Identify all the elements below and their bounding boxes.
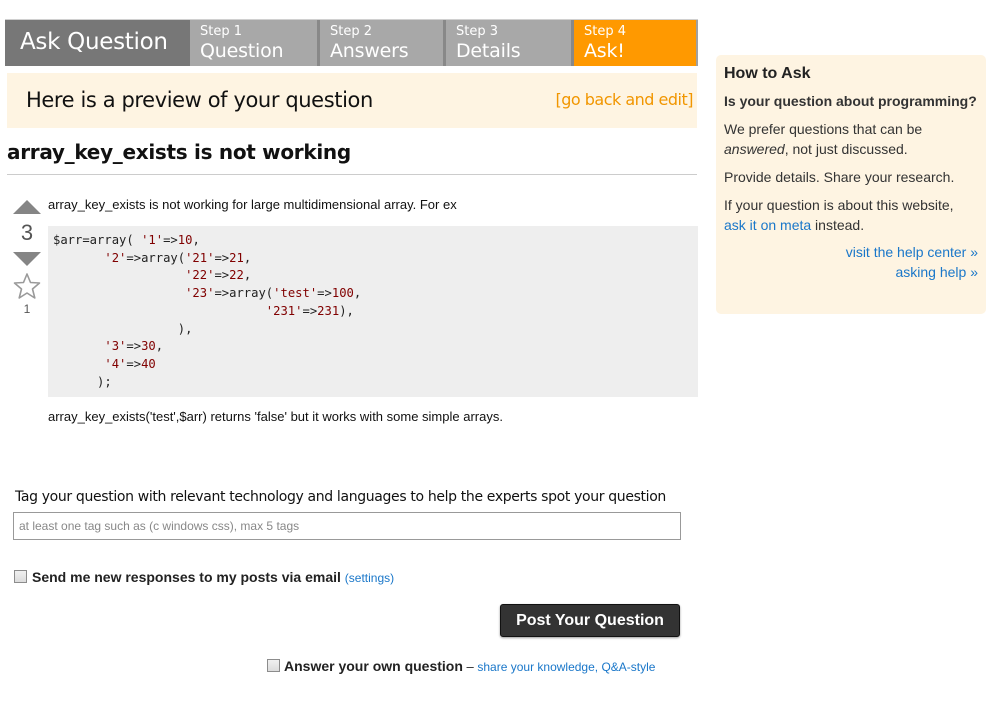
code-literal: '3': [104, 339, 127, 354]
text: instead.: [811, 217, 865, 233]
post-your-question-button[interactable]: Post Your Question: [500, 604, 680, 637]
code-literal: '21': [185, 250, 215, 265]
email-notify-checkbox[interactable]: [14, 570, 27, 583]
code-token: =>: [126, 339, 142, 354]
text: If your question is about this website,: [724, 197, 954, 213]
code-token: ,: [243, 250, 252, 265]
asking-help-link[interactable]: asking help »: [724, 262, 978, 282]
share-knowledge-link[interactable]: share your knowledge, Q&A-style: [477, 660, 655, 674]
preview-banner: Here is a preview of your question [go b…: [7, 73, 697, 128]
code-literal: 22: [229, 268, 244, 283]
question-title: array_key_exists is not working: [7, 140, 351, 164]
code-literal: '231': [265, 303, 303, 318]
question-body-intro: array_key_exists is not working for larg…: [48, 197, 457, 212]
code-literal: 30: [141, 339, 156, 354]
step-number: Step 2: [330, 24, 373, 39]
code-literal: 'test': [273, 286, 318, 301]
code-literal: '4': [104, 356, 127, 371]
code-literal: '22': [185, 268, 215, 283]
answer-own-question-label: Answer your own question – share your kn…: [284, 658, 655, 674]
favorite-count: 1: [23, 302, 31, 316]
step-label: Question: [200, 40, 284, 62]
code-literal: 10: [177, 233, 193, 247]
code-literal: '1': [141, 233, 164, 247]
sidebar-paragraph-answered: We prefer questions that can be answered…: [724, 119, 978, 159]
email-notify-text: Send me new responses to my posts via em…: [32, 569, 341, 585]
code-token: =>: [126, 356, 142, 371]
dash-separator: –: [462, 659, 478, 674]
tags-input[interactable]: [13, 512, 681, 540]
sidebar-paragraph-meta: If your question is about this website, …: [724, 195, 978, 235]
email-notify-label: Send me new responses to my posts via em…: [32, 569, 394, 585]
text: We prefer questions that can be: [724, 121, 923, 137]
title-divider: [7, 174, 697, 175]
code-literal: 21: [229, 250, 244, 265]
step-label: Answers: [330, 40, 409, 62]
question-body-outro: array_key_exists('test',$arr) returns 'f…: [48, 409, 503, 424]
code-token: =>: [302, 303, 318, 318]
favorite-star-icon[interactable]: [13, 272, 41, 300]
step-number: Step 3: [456, 24, 499, 39]
sidebar-paragraph-details: Provide details. Share your research.: [724, 169, 955, 185]
code-literal: 231: [317, 303, 340, 318]
code-token: =>array(: [214, 286, 274, 301]
step-tab-ask[interactable]: Step 4 Ask!: [571, 20, 698, 66]
answer-own-question-checkbox[interactable]: [267, 659, 280, 672]
code-token: ,: [353, 286, 362, 301]
step-number: Step 4: [584, 24, 627, 39]
vote-up-icon[interactable]: [13, 200, 41, 214]
code-token: =>: [317, 286, 332, 301]
code-token: ),: [339, 303, 354, 318]
code-literal: '23': [185, 286, 215, 301]
code-literal: '2': [104, 250, 127, 265]
step-number: Step 1: [200, 24, 243, 39]
step-tab-details[interactable]: Step 3 Details: [443, 20, 571, 66]
ask-on-meta-link[interactable]: ask it on meta: [724, 217, 811, 233]
code-token: =>: [163, 233, 178, 247]
code-content: $arr=array( '1'=>10, '2'=>array('21'=>21…: [53, 232, 693, 391]
code-token: =>: [214, 250, 230, 265]
answer-own-question-text: Answer your own question: [284, 658, 463, 674]
sidebar-links: visit the help center » asking help »: [724, 242, 978, 282]
step-tab-question[interactable]: Step 1 Question: [190, 20, 317, 66]
code-literal: 40: [141, 356, 156, 371]
help-center-link[interactable]: visit the help center »: [724, 242, 978, 262]
tags-label: Tag your question with relevant technolo…: [15, 489, 666, 505]
vote-count: 3: [20, 220, 34, 245]
code-token: ),: [53, 321, 193, 336]
code-token: =>array(: [126, 250, 186, 265]
code-token: ,: [243, 268, 252, 283]
step-label: Ask!: [584, 40, 625, 62]
code-block: $arr=array( '1'=>10, '2'=>array('21'=>21…: [48, 226, 698, 397]
settings-link[interactable]: (settings): [345, 571, 394, 585]
code-token: ,: [155, 339, 164, 354]
text: , not just discussed.: [784, 141, 908, 157]
preview-heading: Here is a preview of your question: [26, 88, 373, 112]
emphasis: answered: [724, 141, 785, 157]
code-token: ,: [192, 233, 200, 247]
vote-down-icon[interactable]: [13, 252, 41, 266]
step-navigation: Ask Question Step 1 Question Step 2 Answ…: [5, 19, 698, 66]
page-title: Ask Question: [5, 20, 190, 66]
code-literal: 100: [331, 286, 354, 301]
go-back-and-edit-link[interactable]: [go back and edit]: [555, 90, 693, 109]
how-to-ask-sidebar: How to Ask Is your question about progra…: [716, 55, 986, 314]
code-token: $arr=array(: [53, 233, 142, 247]
step-label: Details: [456, 40, 521, 62]
sidebar-title: How to Ask: [724, 65, 811, 82]
code-token: =>: [214, 268, 230, 283]
code-token: );: [53, 374, 112, 389]
sidebar-subtitle: Is your question about programming?: [724, 93, 977, 109]
step-tab-answers[interactable]: Step 2 Answers: [317, 20, 443, 66]
